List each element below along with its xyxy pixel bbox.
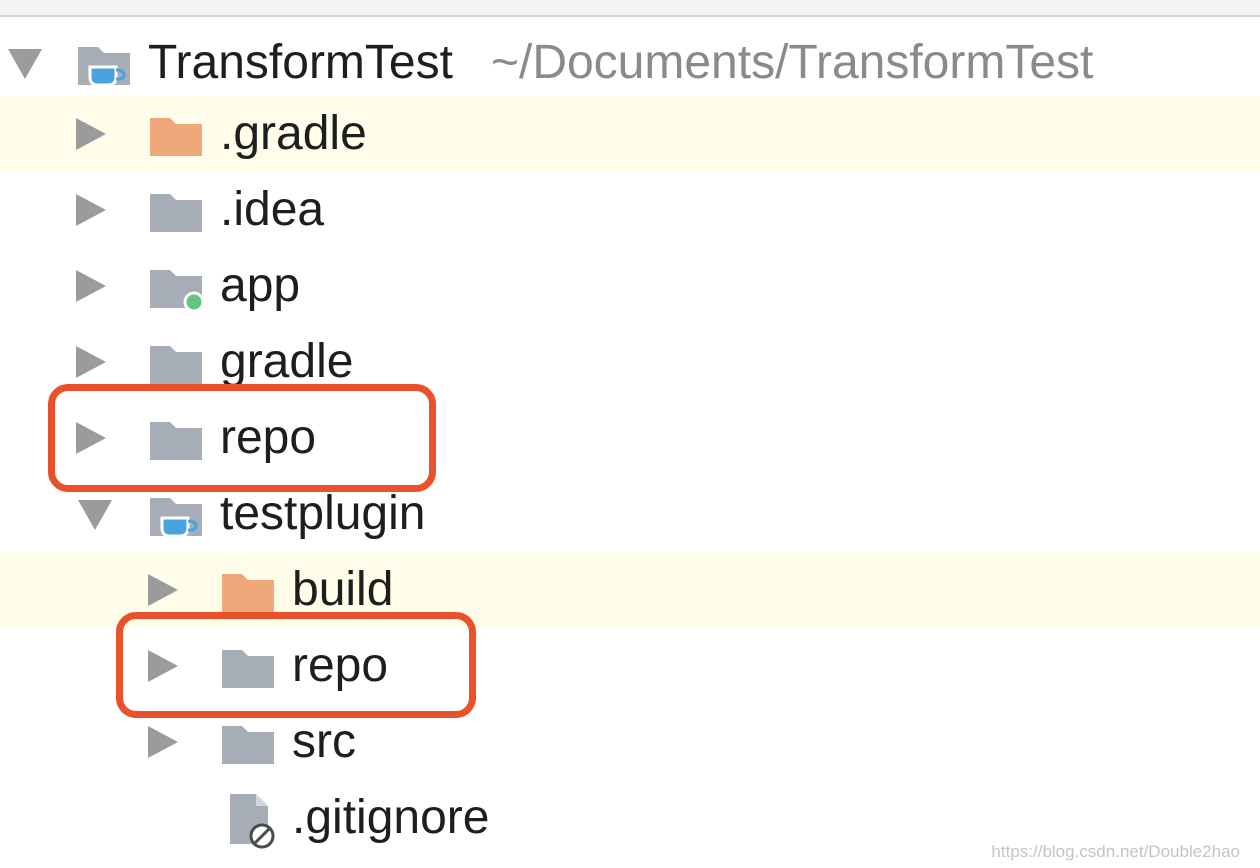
collapse-arrow-icon[interactable] [8, 49, 42, 79]
folder-icon [150, 194, 202, 232]
tree-row-label: app [220, 259, 301, 312]
tree-row-gradle-hidden[interactable]: .gradle [0, 96, 1260, 172]
project-tree: TransformTest ~/Documents/TransformTest .… [0, 0, 1260, 868]
expand-arrow-icon[interactable] [76, 270, 106, 302]
tree-row-label: .idea [220, 183, 325, 236]
module-folder-icon [78, 47, 130, 87]
callout-box-repo-plugin [116, 612, 476, 718]
excluded-folder-icon [222, 574, 274, 612]
tree-row-label: .gradle [220, 107, 367, 160]
excluded-folder-icon [150, 118, 202, 156]
callout-box-repo-root [48, 384, 436, 492]
expand-arrow-icon[interactable] [148, 726, 178, 758]
android-module-folder-icon [150, 270, 204, 310]
collapse-arrow-icon[interactable] [78, 500, 112, 530]
tree-row-label: src [292, 715, 356, 768]
panel-top-border [0, 0, 1260, 17]
expand-arrow-icon[interactable] [148, 574, 178, 606]
folder-icon [150, 346, 202, 384]
watermark: https://blog.csdn.net/Double2hao [991, 842, 1240, 861]
project-path: ~/Documents/TransformTest [490, 36, 1094, 89]
ignored-file-icon [230, 794, 275, 849]
module-folder-icon [150, 498, 202, 538]
expand-arrow-icon[interactable] [76, 194, 106, 226]
expand-arrow-icon[interactable] [76, 118, 106, 150]
tree-row-project-root[interactable]: TransformTest ~/Documents/TransformTest [0, 25, 1260, 101]
tree-row-idea[interactable]: .idea [0, 172, 1260, 248]
project-name: TransformTest [148, 36, 453, 89]
folder-icon [222, 726, 274, 764]
tree-row-label: .gitignore [292, 791, 490, 844]
tree-row-label: TransformTest ~/Documents/TransformTest [148, 31, 1093, 95]
tree-row-app[interactable]: app [0, 248, 1260, 324]
expand-arrow-icon[interactable] [76, 346, 106, 378]
